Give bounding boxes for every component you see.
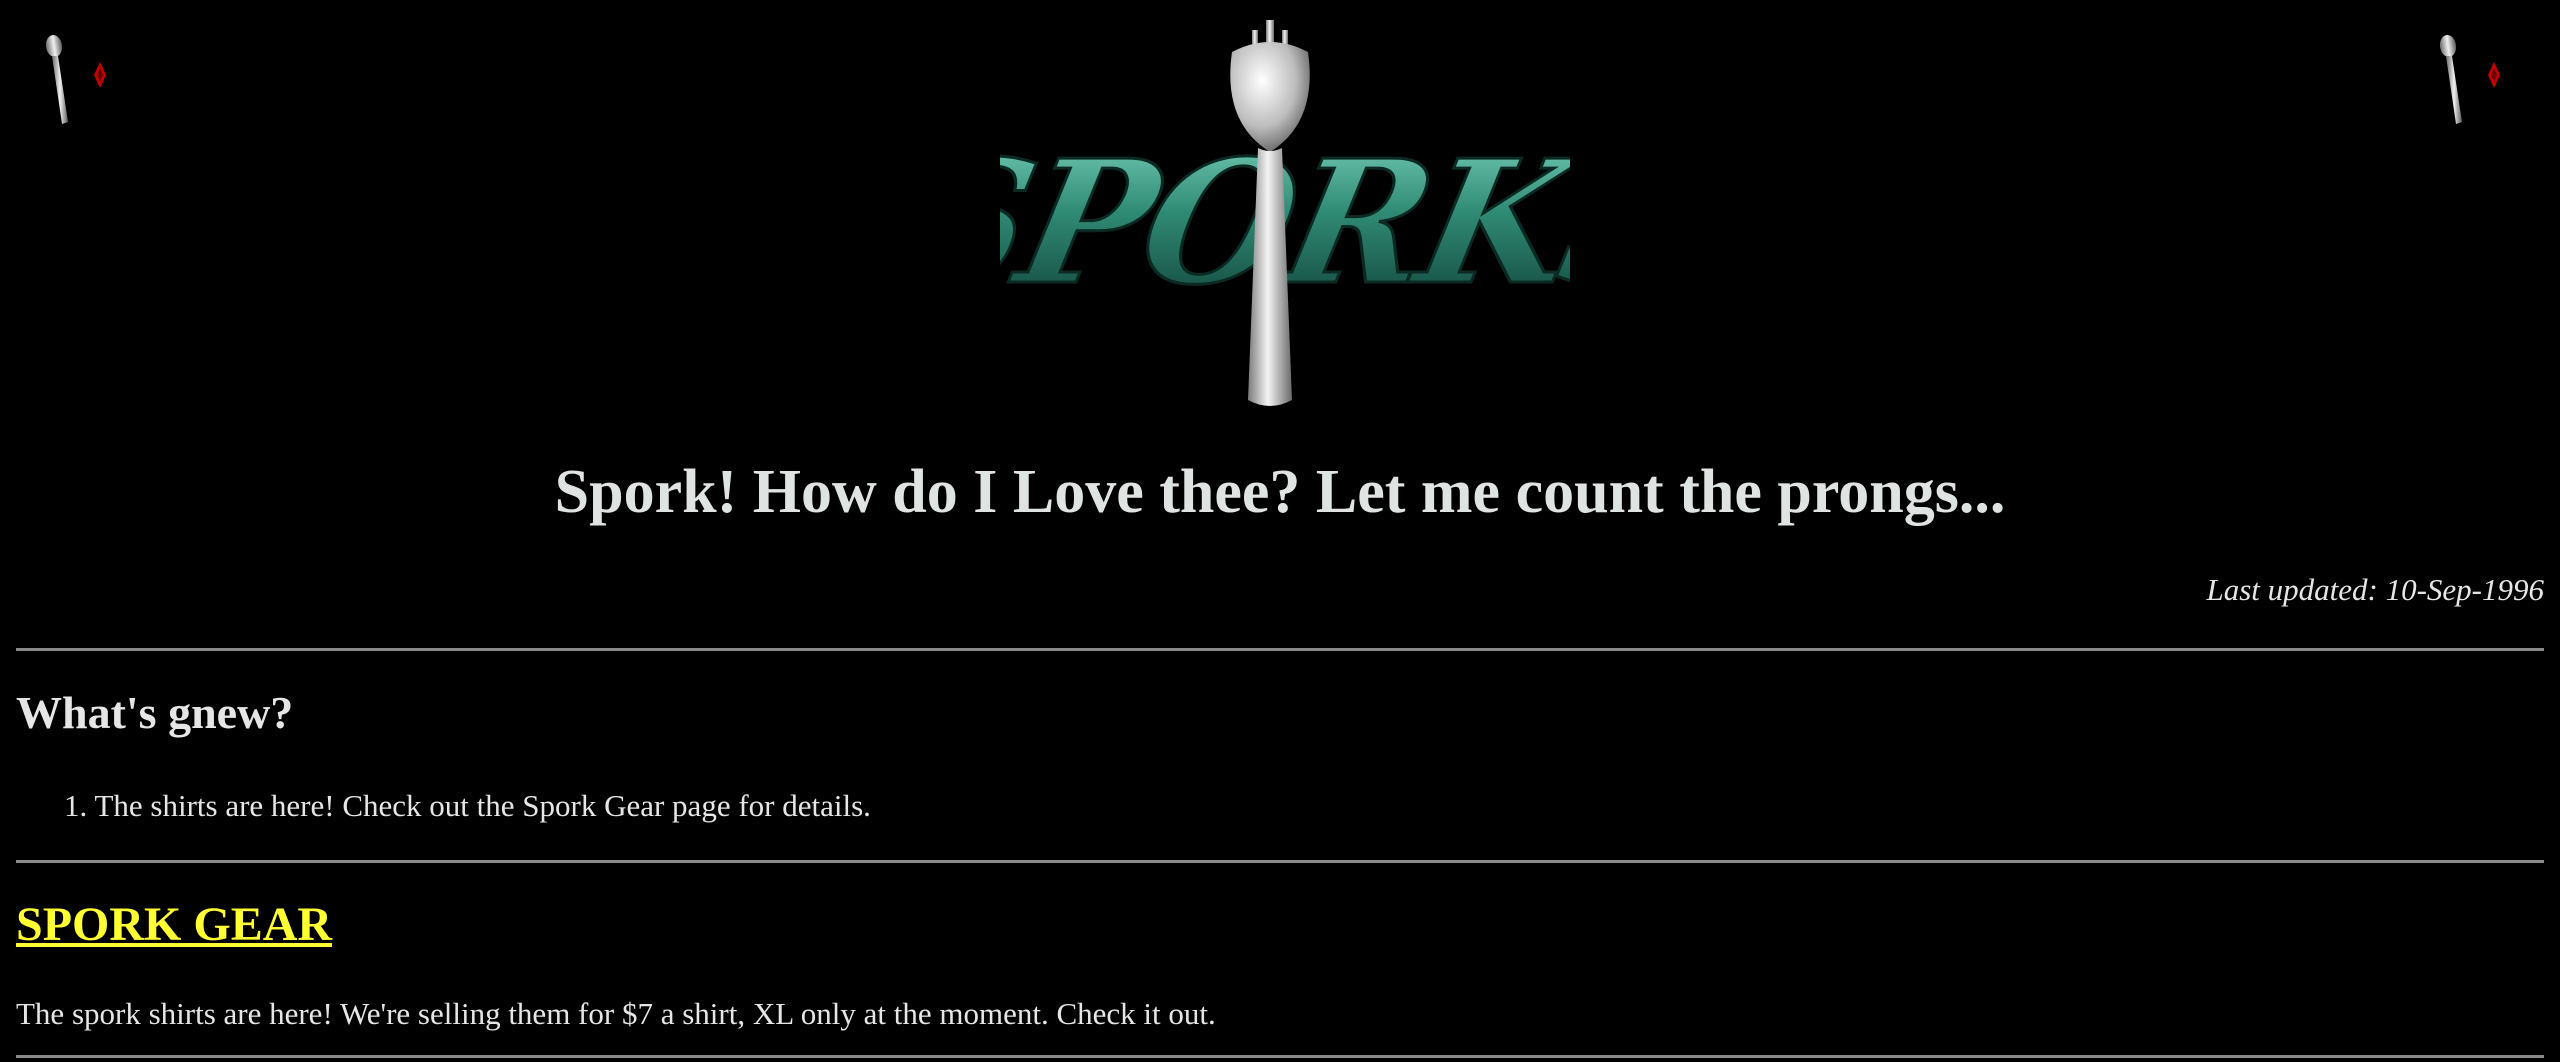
divider: [16, 648, 2544, 651]
sporks-logo: SPORKS: [885, 12, 1705, 412]
spork-logo-image: SPORKS: [885, 20, 1705, 406]
last-updated: Last updated: 10-Sep-1996: [2206, 572, 2544, 607]
list-item-text: The shirts are here! Check out the Spork…: [94, 788, 871, 823]
whats-new-heading: What's gnew?: [16, 687, 294, 738]
divider: [16, 1055, 2544, 1058]
page-headline: Spork! How do I Love thee? Let me count …: [554, 458, 2006, 526]
spoon-diamond-icon: [45, 35, 106, 124]
spork-gear-link[interactable]: SPORK GEAR: [16, 897, 332, 952]
spork-gear-description: The spork shirts are here! We're selling…: [16, 996, 1216, 1031]
corner-spoon-diamond-icon-right: [2424, 30, 2514, 130]
corner-spoon-diamond-icon-left: [30, 30, 120, 130]
spoon-diamond-icon: [2439, 35, 2500, 124]
whats-new-list: 1. The shirts are here! Check out the Sp…: [64, 786, 871, 826]
list-item: 1. The shirts are here! Check out the Sp…: [64, 786, 871, 826]
list-item-number: 1.: [64, 788, 88, 823]
divider: [16, 860, 2544, 863]
